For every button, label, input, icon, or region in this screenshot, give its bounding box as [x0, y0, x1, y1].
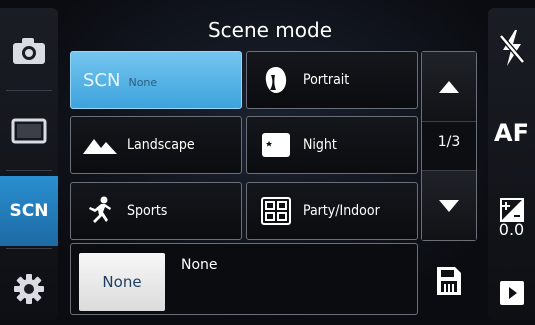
scn-badge: SCN [83, 69, 121, 91]
scene-tile-label: Portrait [303, 72, 350, 88]
playback-button[interactable] [488, 268, 535, 318]
ev-value: 0.0 [498, 220, 525, 239]
exposure-button[interactable]: 0.0 [488, 183, 535, 253]
scn-label: SCN [9, 201, 49, 221]
exposure-icon [499, 198, 524, 222]
settings-button[interactable] [4, 254, 54, 324]
scene-tile-label: Landscape [127, 137, 195, 153]
scene-tile-landscape[interactable]: Landscape [70, 116, 242, 174]
party-indoor-icon [257, 197, 295, 225]
scene-description-panel: None None [70, 243, 418, 315]
rail-divider [6, 170, 52, 171]
arrow-down-icon [439, 199, 459, 212]
scene-tile-label: None [128, 75, 158, 89]
camera-screen: SCN Scene mode SCN None Portrait Landsca… [0, 0, 535, 325]
right-rail: AF 0.0 [488, 8, 535, 320]
scene-tile-label: Sports [127, 203, 168, 219]
af-label: AF [494, 119, 529, 147]
save-button[interactable] [421, 250, 477, 312]
page-indicator: 1/3 [437, 134, 461, 150]
night-icon [257, 132, 295, 158]
scene-tile-party-indoor[interactable]: Party/Indoor [246, 182, 418, 240]
scene-tile-portrait[interactable]: Portrait [246, 51, 418, 109]
rail-divider [6, 90, 52, 91]
display-mode-button[interactable] [4, 96, 54, 166]
camera-icon [13, 38, 45, 64]
play-icon [499, 281, 524, 305]
landscape-icon [81, 134, 119, 156]
arrow-up-icon [439, 80, 459, 93]
scene-tile-label: Night [303, 137, 337, 153]
portrait-icon [257, 65, 295, 95]
sports-icon [81, 195, 119, 227]
rail-divider [6, 248, 52, 249]
page-up-button[interactable] [422, 52, 476, 122]
scene-mode-rail-button[interactable]: SCN [0, 176, 58, 246]
autofocus-button[interactable]: AF [488, 103, 535, 163]
scene-description-title: None [181, 257, 218, 273]
scene-tile-label: Party/Indoor [303, 203, 380, 219]
scene-tile-sports[interactable]: Sports [70, 182, 242, 240]
flash-off-button[interactable] [488, 18, 535, 78]
memory-card-icon [437, 267, 461, 295]
scene-preview: None [79, 253, 165, 311]
flash-off-icon [498, 30, 525, 66]
frame-icon [11, 118, 47, 144]
scene-tile-none[interactable]: SCN None [70, 51, 242, 109]
page-title: Scene mode [207, 18, 333, 42]
gear-icon [14, 274, 44, 304]
left-rail: SCN [0, 8, 58, 320]
page-scroller: 1/3 [421, 51, 477, 241]
page-down-button[interactable] [422, 170, 476, 240]
camera-mode-button[interactable] [4, 16, 54, 86]
scene-tile-night[interactable]: Night [246, 116, 418, 174]
